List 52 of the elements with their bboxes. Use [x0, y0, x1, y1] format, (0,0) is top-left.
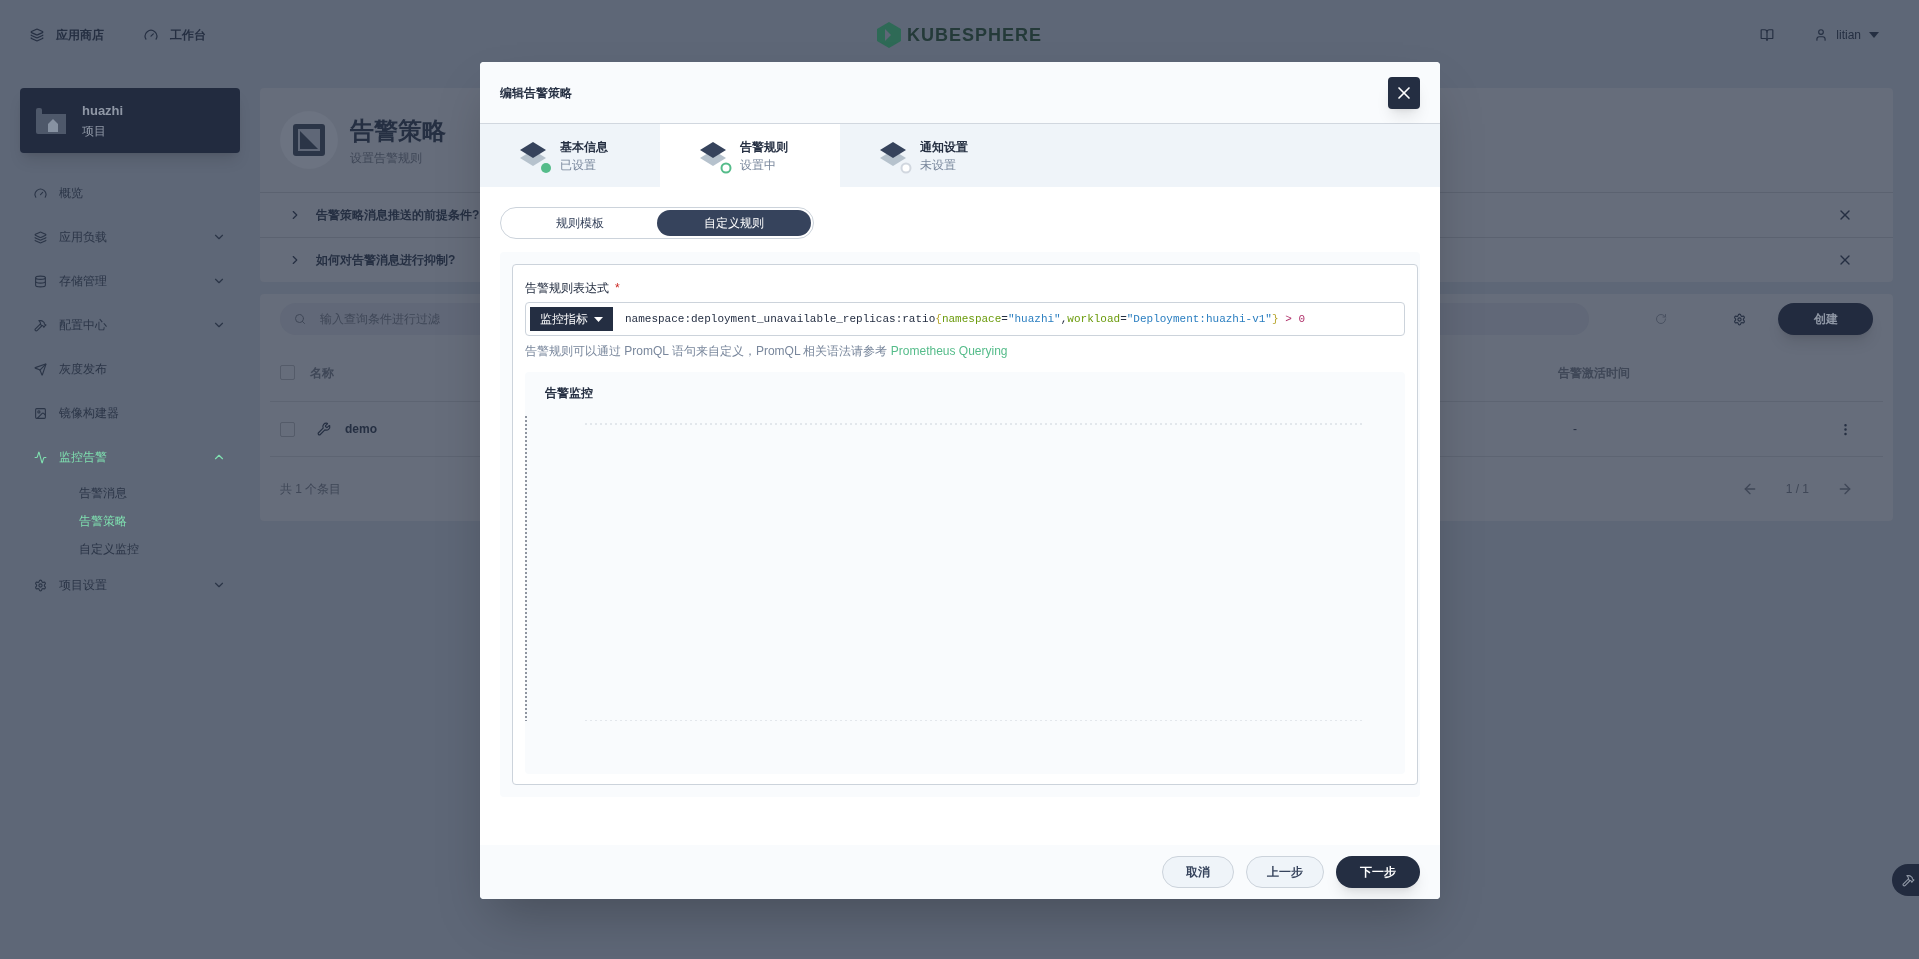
caret-icon	[594, 316, 603, 322]
dialog-button[interactable]: 下一步	[1336, 856, 1420, 888]
user-menu[interactable]: litian	[1814, 26, 1879, 44]
project-icon	[36, 105, 66, 136]
refresh-icon[interactable]	[1655, 313, 1667, 325]
pulse-icon	[34, 450, 47, 464]
create-button[interactable]: 创建	[1778, 303, 1873, 335]
dialog-button[interactable]: 取消	[1162, 856, 1234, 888]
wrench-icon	[317, 422, 331, 436]
search-icon	[294, 313, 306, 325]
arrow-right-icon[interactable]	[1837, 481, 1853, 497]
table-cell-text: -	[1573, 421, 1578, 438]
user-icon	[1814, 28, 1829, 42]
metric-dropdown-button[interactable]: 监控指标	[530, 307, 613, 331]
expression-field[interactable]: 监控指标 namespace:deployment_unavailable_replicas:ratio{namespace="huazhi",workload="Deployment:huazhi-v1"} > 0	[525, 302, 1405, 336]
hammer-icon	[1902, 873, 1915, 887]
required-mark: *	[615, 280, 620, 297]
sidebar-item[interactable]: 监控告警	[20, 435, 240, 479]
step-tab[interactable]: 通知设置 未设置	[840, 124, 1020, 187]
step-tab[interactable]: 告警规则 设置中	[660, 124, 840, 187]
image-icon	[34, 406, 47, 420]
caret-icon	[1869, 32, 1879, 38]
mode-toggle-option[interactable]: 自定义规则	[657, 210, 811, 236]
project-type: 项目	[82, 123, 107, 141]
layers-icon	[34, 230, 47, 244]
close-button[interactable]	[1388, 76, 1420, 109]
hammer-icon	[34, 318, 47, 332]
layers-icon	[30, 28, 44, 42]
top-nav-link[interactable]: 工作台	[144, 26, 206, 44]
top-nav-link[interactable]: 应用商店	[30, 26, 104, 44]
mode-toggle-option[interactable]: 规则模板	[503, 210, 657, 236]
hint-text: 告警规则可以通过 PromQL 语句来自定义，PromQL 相关语法请参考 Prometheus Querying	[525, 343, 1009, 360]
step-tab[interactable]: 基本信息 已设置	[480, 124, 660, 187]
prometheus-link[interactable]: Prometheus Querying	[890, 344, 1008, 358]
project-card[interactable]: huazhi 项目	[20, 88, 240, 153]
dialog-title: 编辑告警策略	[500, 84, 573, 102]
field-label: 告警规则表达式	[525, 280, 609, 297]
logo-icon	[877, 22, 901, 48]
book-icon[interactable]	[1760, 28, 1775, 42]
logo-text: KUBESPHERE	[907, 23, 1042, 47]
send-icon	[34, 362, 47, 376]
sidebar-subitem[interactable]: 告警策略	[20, 507, 240, 535]
page-title: 告警策略	[350, 116, 446, 146]
gear-icon[interactable]	[1733, 312, 1746, 326]
gauge-icon	[144, 28, 158, 42]
expression-text: namespace:deployment_unavailable_replicas:ratio{namespace="huazhi",workload="Deployment:huazhi-v1"} > 0	[625, 311, 1305, 327]
gear-icon	[34, 578, 47, 592]
gauge-icon	[34, 186, 47, 200]
dialog-button[interactable]: 上一步	[1246, 856, 1324, 888]
project-name: huazhi	[82, 101, 124, 120]
database-icon	[34, 274, 47, 288]
chart-title: 告警监控	[545, 385, 594, 402]
